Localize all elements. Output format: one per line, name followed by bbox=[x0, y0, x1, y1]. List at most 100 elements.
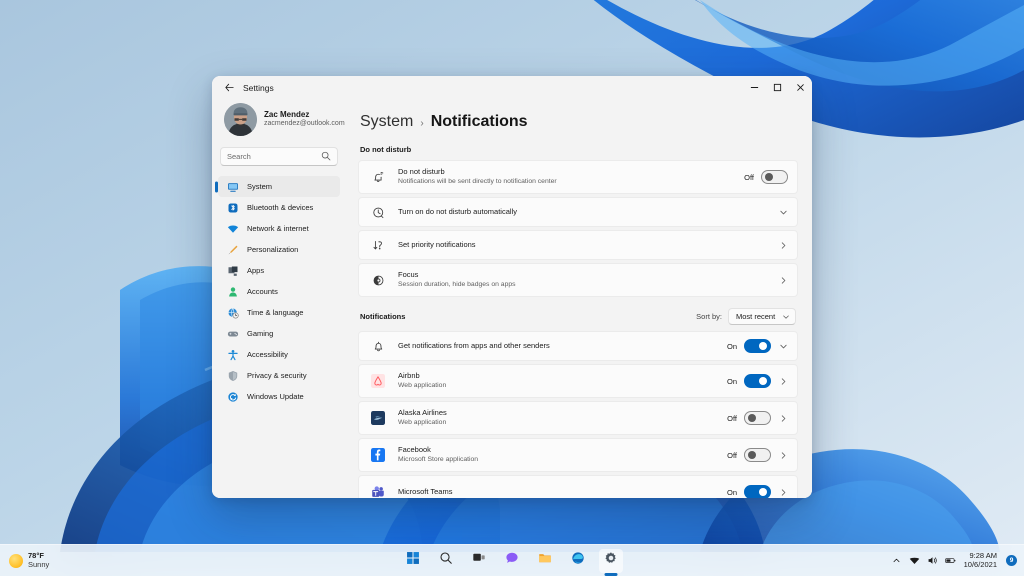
taskbar: 78°F Sunny bbox=[0, 544, 1024, 576]
row-title: Facebook bbox=[398, 445, 727, 455]
chevron-right-icon[interactable] bbox=[778, 241, 788, 250]
search-box[interactable] bbox=[220, 147, 338, 166]
toggle-state-label: Off bbox=[727, 451, 737, 460]
chevron-right-icon[interactable] bbox=[778, 414, 788, 423]
facebook-toggle[interactable] bbox=[744, 448, 771, 462]
toggle-state-label: On bbox=[727, 342, 737, 351]
sidebar-item-windows-update[interactable]: Windows Update bbox=[218, 386, 340, 407]
row-title: Do not disturb bbox=[398, 167, 744, 177]
row-do-not-disturb[interactable]: z z Do not disturb Notifications will be… bbox=[358, 160, 798, 194]
row-subtitle: Session duration, hide badges on apps bbox=[398, 281, 778, 290]
row-title: Airbnb bbox=[398, 371, 727, 381]
start-button[interactable] bbox=[401, 549, 425, 573]
desktop: Settings bbox=[0, 0, 1024, 576]
row-app-airbnb[interactable]: Airbnb Web application On bbox=[358, 364, 798, 398]
row-title: Alaska Airlines bbox=[398, 408, 727, 418]
row-title: Microsoft Teams bbox=[398, 487, 727, 497]
row-subtitle: Web application bbox=[398, 382, 727, 391]
chevron-right-icon[interactable] bbox=[778, 377, 788, 386]
breadcrumb: System › Notifications bbox=[358, 99, 798, 145]
close-button[interactable] bbox=[789, 76, 812, 99]
avatar bbox=[224, 103, 257, 136]
update-icon bbox=[227, 391, 239, 403]
sidebar-item-personalization[interactable]: Personalization bbox=[218, 239, 340, 260]
row-subtitle: Microsoft Store application bbox=[398, 456, 727, 465]
edge-button[interactable] bbox=[566, 549, 590, 573]
chat-icon bbox=[505, 551, 519, 570]
sidebar-item-label: Personalization bbox=[247, 245, 298, 254]
paintbrush-icon bbox=[227, 244, 239, 256]
weather-condition: Sunny bbox=[28, 561, 49, 569]
weather-widget[interactable]: 78°F Sunny bbox=[0, 545, 49, 576]
row-app-alaska-airlines[interactable]: Alaska Airlines Web application Off bbox=[358, 401, 798, 435]
minimize-button[interactable] bbox=[743, 76, 766, 99]
search-button[interactable] bbox=[434, 549, 458, 573]
toggle-state-label: On bbox=[727, 488, 737, 497]
sidebar-item-label: System bbox=[247, 182, 272, 191]
chevron-right-icon[interactable] bbox=[778, 488, 788, 497]
clock-date: 10/6/2021 bbox=[964, 561, 997, 569]
svg-text:z: z bbox=[381, 171, 383, 174]
do-not-disturb-toggle[interactable] bbox=[761, 170, 788, 184]
sidebar-item-bluetooth-devices[interactable]: Bluetooth & devices bbox=[218, 197, 340, 218]
get-notifications-toggle[interactable] bbox=[744, 339, 771, 353]
row-turn-on-do-not-disturb-automatically[interactable]: Turn on do not disturb automatically bbox=[358, 197, 798, 227]
chat-button[interactable] bbox=[500, 549, 524, 573]
sidebar-item-accessibility[interactable]: Accessibility bbox=[218, 344, 340, 365]
sidebar-item-accounts[interactable]: Accounts bbox=[218, 281, 340, 302]
sidebar-item-gaming[interactable]: Gaming bbox=[218, 323, 340, 344]
sidebar-item-time-language[interactable]: Time & language bbox=[218, 302, 340, 323]
search-icon bbox=[439, 551, 453, 570]
toggle-state-label: On bbox=[727, 377, 737, 386]
sidebar-item-label: Accessibility bbox=[247, 350, 288, 359]
chevron-down-icon[interactable] bbox=[778, 342, 788, 351]
row-set-priority-notifications[interactable]: Set priority notifications bbox=[358, 230, 798, 260]
sidebar-item-apps[interactable]: Apps bbox=[218, 260, 340, 281]
toggle-state-label: Off bbox=[744, 173, 754, 182]
row-subtitle: Web application bbox=[398, 419, 727, 428]
sidebar-item-label: Windows Update bbox=[247, 392, 304, 401]
breadcrumb-parent[interactable]: System bbox=[360, 113, 413, 131]
sidebar-item-privacy-security[interactable]: Privacy & security bbox=[218, 365, 340, 386]
file-explorer-button[interactable] bbox=[533, 549, 557, 573]
tray-chevron-up-icon[interactable] bbox=[891, 555, 902, 566]
sidebar-item-system[interactable]: System bbox=[218, 176, 340, 197]
user-profile[interactable]: Zac Mendez zacmendez@outlook.com bbox=[218, 99, 340, 136]
notification-count-badge[interactable]: 9 bbox=[1006, 555, 1017, 566]
chevron-down-icon[interactable] bbox=[778, 208, 788, 217]
chevron-down-icon bbox=[782, 308, 790, 326]
row-app-facebook[interactable]: Facebook Microsoft Store application Off bbox=[358, 438, 798, 472]
task-view-button[interactable] bbox=[467, 549, 491, 573]
airbnb-toggle[interactable] bbox=[744, 374, 771, 388]
profile-email: zacmendez@outlook.com bbox=[264, 120, 338, 129]
alaska-airlines-toggle[interactable] bbox=[744, 411, 771, 425]
battery-icon[interactable] bbox=[945, 555, 956, 566]
row-focus[interactable]: Focus Session duration, hide badges on a… bbox=[358, 263, 798, 297]
back-button[interactable] bbox=[218, 79, 240, 97]
search-input[interactable] bbox=[227, 152, 317, 161]
settings-button[interactable] bbox=[599, 549, 623, 573]
profile-name: Zac Mendez bbox=[264, 110, 338, 120]
folder-icon bbox=[538, 551, 552, 570]
row-get-notifications-from-apps[interactable]: Get notifications from apps and other se… bbox=[358, 331, 798, 361]
system-tray: 9:28 AM 10/6/2021 9 bbox=[891, 545, 1017, 576]
gear-icon bbox=[604, 551, 618, 570]
breadcrumb-separator: › bbox=[420, 118, 423, 129]
do-not-disturb-bell-icon: z z bbox=[370, 171, 386, 184]
microsoft-teams-toggle[interactable] bbox=[744, 485, 771, 498]
wifi-icon[interactable] bbox=[909, 555, 920, 566]
row-title: Set priority notifications bbox=[398, 240, 778, 250]
sidebar-item-network-internet[interactable]: Network & internet bbox=[218, 218, 340, 239]
row-title: Focus bbox=[398, 270, 778, 280]
settings-window: Settings bbox=[212, 76, 812, 498]
speaker-icon[interactable] bbox=[927, 555, 938, 566]
edge-icon bbox=[571, 551, 585, 570]
window-controls bbox=[743, 76, 812, 99]
row-app-microsoft-teams[interactable]: Microsoft Teams On bbox=[358, 475, 798, 498]
maximize-button[interactable] bbox=[766, 76, 789, 99]
clock[interactable]: 9:28 AM 10/6/2021 bbox=[964, 552, 997, 569]
section-heading-notifications: Notifications bbox=[360, 312, 405, 321]
sort-by-dropdown[interactable]: Most recent bbox=[728, 308, 796, 325]
chevron-right-icon[interactable] bbox=[778, 276, 788, 285]
chevron-right-icon[interactable] bbox=[778, 451, 788, 460]
